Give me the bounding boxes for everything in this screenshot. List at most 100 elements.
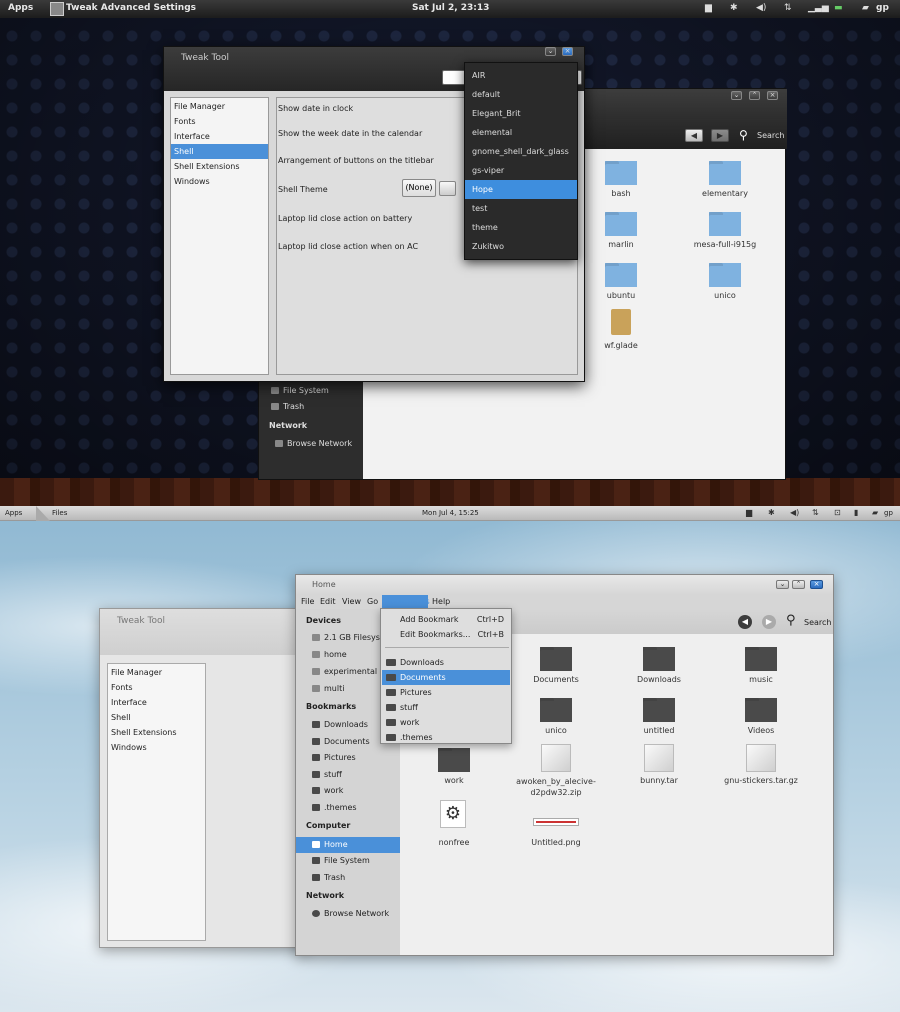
file-label[interactable]: elementary <box>685 189 765 198</box>
bookmark-item[interactable]: Pictures <box>382 685 510 700</box>
display-icon[interactable]: ⊡ <box>834 508 841 517</box>
archive-icon[interactable] <box>644 744 674 772</box>
chat-icon[interactable]: ▰ <box>872 508 878 517</box>
theme-option[interactable]: gnome_shell_dark_glass <box>465 142 577 161</box>
menu-help[interactable]: Help <box>432 597 450 606</box>
battery-icon[interactable]: ▮ <box>854 508 858 517</box>
back-button[interactable]: ◀ <box>685 129 703 142</box>
category-windows[interactable]: Windows <box>108 740 205 755</box>
file-label[interactable]: unico <box>516 726 596 735</box>
category-file-manager[interactable]: File Manager <box>171 99 268 114</box>
file-label[interactable]: gnu-stickers.tar.gz <box>711 776 811 785</box>
menu-view[interactable]: View <box>342 597 361 606</box>
sidebar-item-home[interactable]: Home <box>312 840 348 849</box>
menu-go[interactable]: Go <box>367 597 378 606</box>
file-label[interactable]: ubuntu <box>581 291 661 300</box>
search-label[interactable]: Search <box>804 618 831 627</box>
gear-icon[interactable]: ⚙ <box>440 800 466 828</box>
add-bookmark-item[interactable]: Add Bookmark Ctrl+D <box>382 612 510 627</box>
chat-icon[interactable]: ▰ <box>862 3 869 13</box>
sidebar-item-bookmark[interactable]: work <box>312 786 343 795</box>
category-file-manager[interactable]: File Manager <box>108 665 205 680</box>
file-label[interactable]: Downloads <box>619 675 699 684</box>
folder-icon[interactable]: ▆ <box>705 3 712 13</box>
search-label[interactable]: Search <box>757 131 784 140</box>
shell-theme-file-chooser[interactable]: (None) <box>402 179 436 197</box>
file-label[interactable]: mesa-full-i915g <box>685 240 765 249</box>
sidebar-item-bookmark[interactable]: .themes <box>312 803 357 812</box>
sidebar-item-bookmark[interactable]: Documents <box>312 737 370 746</box>
bookmark-item[interactable]: work <box>382 715 510 730</box>
user-menu[interactable]: gp <box>876 3 889 13</box>
theme-option[interactable]: Zukitwo <box>465 237 577 256</box>
folder-icon[interactable] <box>745 698 777 722</box>
theme-option[interactable]: default <box>465 85 577 104</box>
file-label[interactable]: Documents <box>516 675 596 684</box>
category-shell[interactable]: Shell <box>108 710 205 725</box>
network-icon[interactable]: ⇅ <box>784 3 792 13</box>
sidebar-item-browse-network[interactable]: Browse Network <box>312 909 389 918</box>
theme-option[interactable]: gs-viper <box>465 161 577 180</box>
file-label[interactable]: nonfree <box>414 838 494 847</box>
signal-icon[interactable]: ▁▃▅ <box>808 3 829 13</box>
bookmark-item[interactable]: Downloads <box>382 655 510 670</box>
bookmark-item-selected[interactable]: Documents <box>382 670 510 685</box>
menu-edit[interactable]: Edit <box>320 597 336 606</box>
sidebar-item-device[interactable]: 2.1 GB Filesyste <box>312 633 388 642</box>
forward-button[interactable]: ▶ <box>711 129 729 142</box>
category-fonts[interactable]: Fonts <box>108 680 205 695</box>
folder-icon[interactable]: ▆ <box>746 508 752 517</box>
sidebar-item-bookmark[interactable]: Downloads <box>312 720 368 729</box>
apps-button[interactable]: Apps <box>5 509 22 517</box>
folder-icon[interactable] <box>643 698 675 722</box>
menu-bookmarks[interactable]: Bookmarks <box>382 595 430 609</box>
theme-option[interactable]: Elegant_Brit <box>465 104 577 123</box>
active-app-menu[interactable]: Files <box>52 509 67 517</box>
file-label[interactable]: music <box>721 675 801 684</box>
sidebar-item-file-system[interactable]: File System <box>271 386 329 395</box>
theme-option[interactable]: test <box>465 199 577 218</box>
sidebar-item-bookmark[interactable]: stuff <box>312 770 342 779</box>
network-icon[interactable]: ⇅ <box>812 508 819 517</box>
folder-icon[interactable] <box>709 161 741 185</box>
category-windows[interactable]: Windows <box>171 174 268 189</box>
folder-icon[interactable] <box>709 212 741 236</box>
forward-button[interactable]: ▶ <box>762 615 776 629</box>
open-folder-button[interactable] <box>439 181 456 196</box>
close-button[interactable]: × <box>767 91 778 100</box>
folder-icon[interactable] <box>643 647 675 671</box>
sidebar-item-browse-network[interactable]: Browse Network <box>275 439 352 448</box>
file-label[interactable]: marlin <box>581 240 661 249</box>
sidebar-item-file-system[interactable]: File System <box>312 856 370 865</box>
volume-icon[interactable]: ◀) <box>756 3 766 13</box>
sidebar-item-trash[interactable]: Trash <box>312 873 345 882</box>
theme-option-selected[interactable]: Hope <box>465 180 577 199</box>
category-shell-extensions[interactable]: Shell Extensions <box>108 725 205 740</box>
folder-icon[interactable] <box>540 647 572 671</box>
search-icon[interactable]: ⚲ <box>739 128 748 142</box>
file-label[interactable]: unico <box>685 291 765 300</box>
category-interface[interactable]: Interface <box>108 695 205 710</box>
user-menu[interactable]: gp <box>884 509 893 517</box>
category-shell[interactable]: Shell <box>171 144 268 159</box>
file-label[interactable]: Videos <box>721 726 801 735</box>
sidebar-item-trash[interactable]: Trash <box>271 402 304 411</box>
volume-icon[interactable]: ◀) <box>790 508 799 517</box>
bookmark-item[interactable]: stuff <box>382 700 510 715</box>
titlebar[interactable] <box>296 575 833 595</box>
file-label[interactable]: Untitled.png <box>516 838 596 847</box>
theme-option[interactable]: theme <box>465 218 577 237</box>
image-thumbnail[interactable] <box>533 818 579 826</box>
clock[interactable]: Mon Jul 4, 15:25 <box>422 509 479 517</box>
minimize-button[interactable]: ⌄ <box>731 91 742 100</box>
close-button[interactable]: × <box>810 580 823 589</box>
back-button[interactable]: ◀ <box>738 615 752 629</box>
folder-icon[interactable] <box>540 698 572 722</box>
category-shell-extensions[interactable]: Shell Extensions <box>171 159 268 174</box>
file-label[interactable]: wf.glade <box>581 341 661 350</box>
sidebar-item-device[interactable]: home <box>312 650 347 659</box>
file-label[interactable]: untitled <box>619 726 699 735</box>
folder-icon[interactable] <box>605 212 637 236</box>
folder-icon[interactable] <box>605 263 637 287</box>
battery-icon[interactable]: ▬ <box>834 3 843 13</box>
